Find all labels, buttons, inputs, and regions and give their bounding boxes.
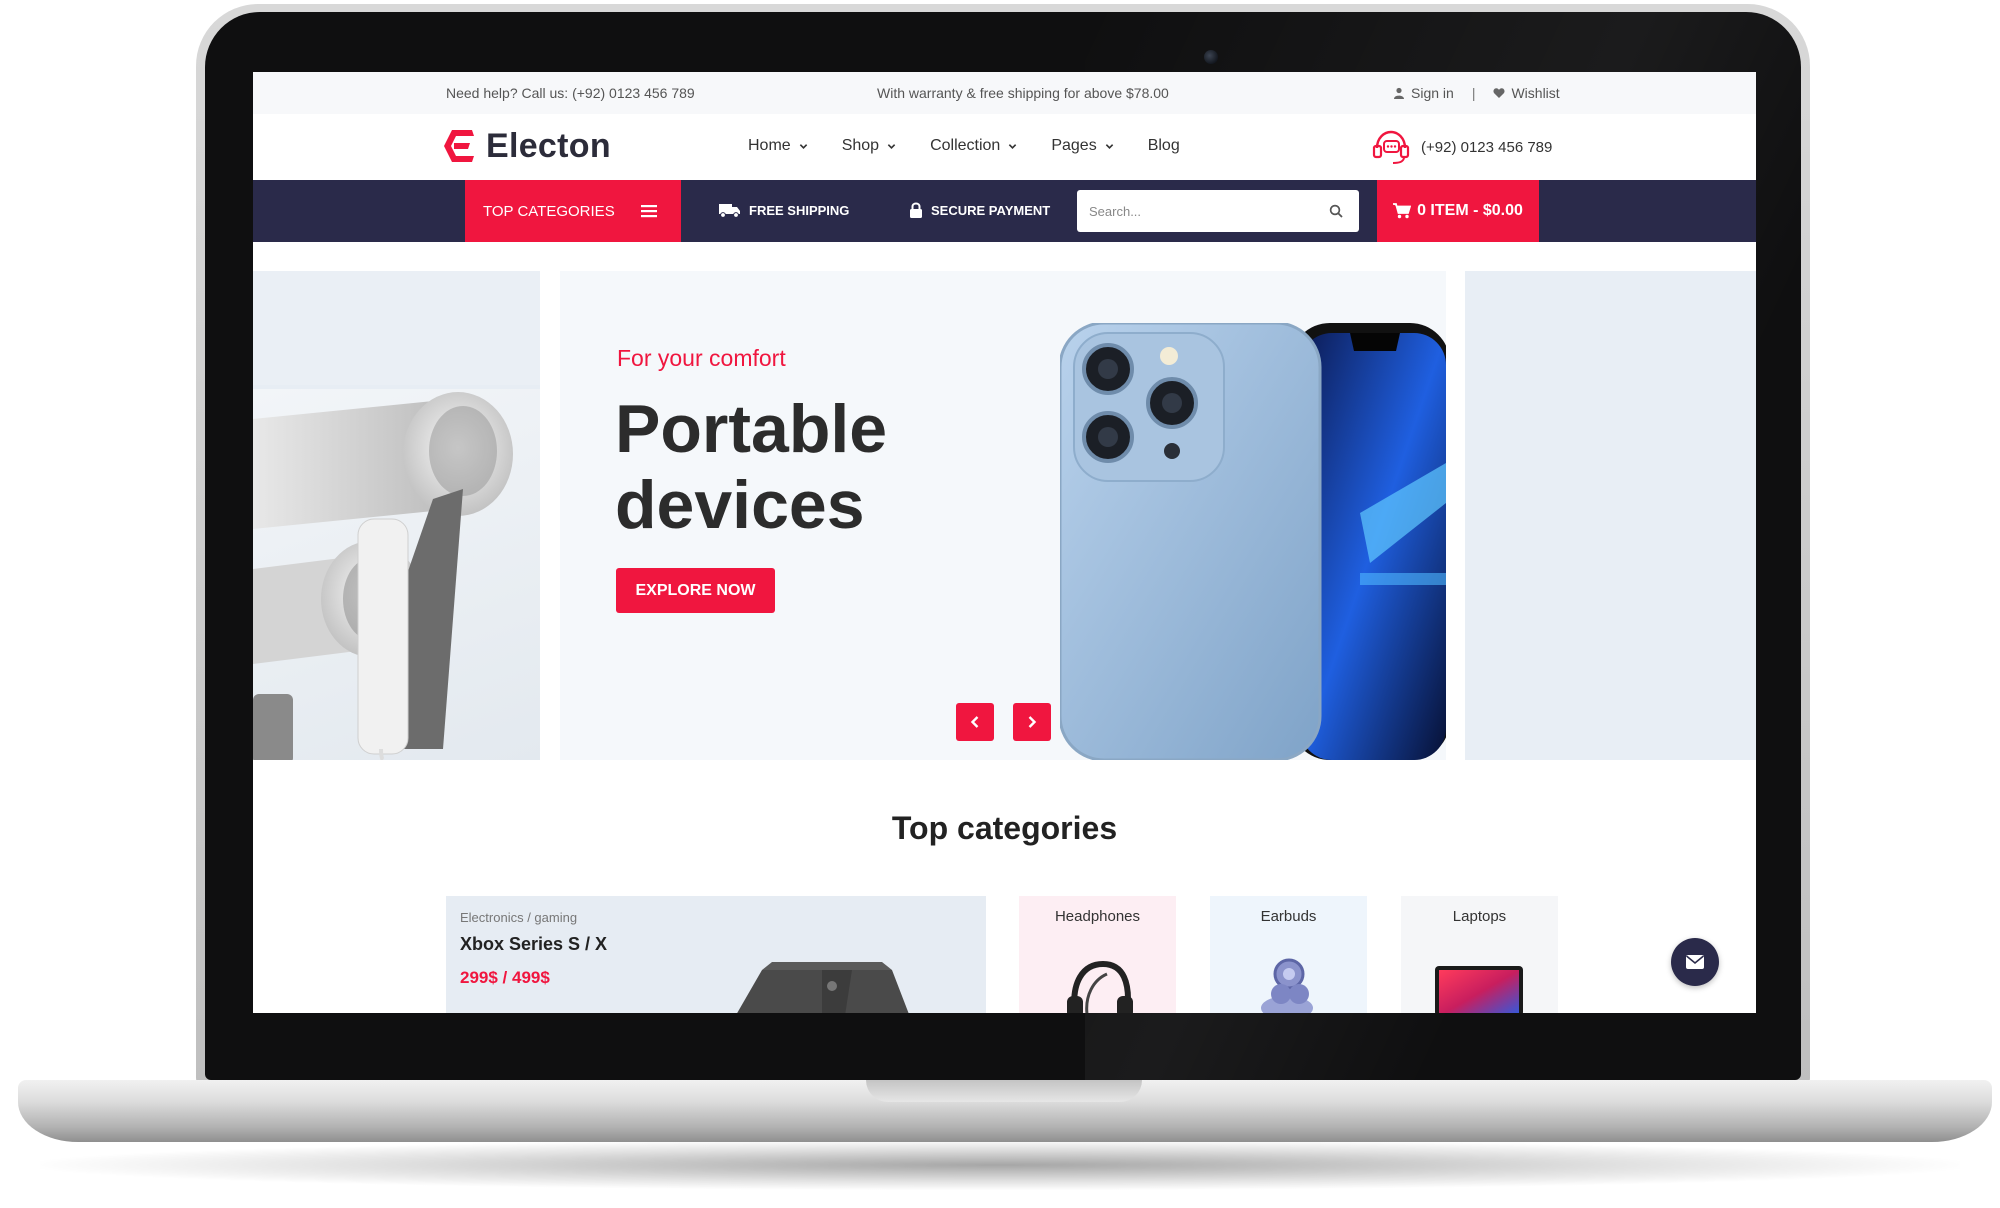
nav-item-label: Collection <box>930 137 1001 154</box>
chevron-down-icon <box>1009 143 1017 149</box>
chevron-down-icon <box>1105 143 1113 149</box>
laptop-base-notch <box>866 1080 1142 1102</box>
website-screen: Need help? Call us: (+92) 0123 456 789 W… <box>253 72 1756 1013</box>
logo-text: Electon <box>486 126 611 165</box>
headset-icon <box>1372 130 1410 164</box>
headphones-image <box>1067 960 1133 1013</box>
chevron-down-icon <box>799 143 807 149</box>
laptop-shadow <box>40 1140 1960 1190</box>
category-label: Headphones <box>1054 908 1141 925</box>
category-card-headphones[interactable]: Headphones <box>1019 896 1176 1013</box>
wishlist-link[interactable]: Wishlist <box>1511 85 1559 101</box>
help-phone-text: Need help? Call us: (+92) 0123 456 789 <box>446 85 695 101</box>
secure-payment-feature: SECURE PAYMENT <box>909 202 1050 219</box>
site-logo[interactable]: Electon <box>442 126 611 166</box>
top-categories-heading: Top categories <box>891 810 1118 846</box>
laptop-image <box>1435 966 1523 1013</box>
free-shipping-label: FREE SHIPPING <box>749 202 850 218</box>
earbuds-image <box>1261 958 1313 1013</box>
mail-icon <box>1686 955 1704 969</box>
search-input[interactable] <box>1089 203 1329 219</box>
nav-item-label: Pages <box>1051 137 1097 154</box>
hero-subtitle: For your comfort <box>617 345 786 371</box>
contact-mail-button[interactable] <box>1671 938 1719 986</box>
top-utility-bar: Need help? Call us: (+92) 0123 456 789 W… <box>253 72 1756 114</box>
chevron-down-icon <box>887 143 896 149</box>
menu-icon <box>640 205 657 218</box>
xbox-console-image <box>737 962 909 1013</box>
signin-link[interactable]: Sign in <box>1411 85 1454 101</box>
cart-summary: 0 ITEM - $0.00 <box>1417 202 1523 219</box>
hair-dryer-image <box>253 389 540 760</box>
category-label: Laptops <box>1452 908 1507 925</box>
search-icon[interactable] <box>1329 204 1343 218</box>
slide-top-strip <box>253 271 540 385</box>
hair-dryer-illustration <box>253 392 513 760</box>
slide-previous-peek[interactable] <box>253 271 540 760</box>
link-separator: | <box>1471 85 1476 101</box>
truck-icon <box>719 204 740 218</box>
category-card-laptops[interactable]: Laptops <box>1401 896 1558 1013</box>
cart-icon <box>1393 203 1412 219</box>
nav-item-pages[interactable]: Pages <box>1051 137 1113 155</box>
chevron-right-icon <box>1028 716 1037 728</box>
featured-product-name: Xbox Series S / X <box>460 934 608 954</box>
slider-prev-button[interactable] <box>956 703 994 741</box>
explore-now-button[interactable]: EXPLORE NOW <box>616 568 775 613</box>
smartphone-image <box>1060 323 1446 760</box>
main-header: Electon Home Shop Collection Pages Blog <box>253 114 1756 180</box>
nav-item-shop[interactable]: Shop <box>842 137 896 155</box>
nav-item-label: Shop <box>841 137 880 154</box>
user-links: Sign in | Wishlist <box>1393 85 1560 101</box>
nav-item-home[interactable]: Home <box>748 137 808 155</box>
support-phone-text: (+92) 0123 456 789 <box>1421 138 1553 156</box>
featured-product-price: 299$ / 499$ <box>460 968 550 987</box>
category-breadcrumb: Electronics / gaming <box>460 910 578 925</box>
webcam-icon <box>1204 50 1218 64</box>
user-icon <box>1394 87 1404 99</box>
featured-category-card[interactable]: Electronics / gaming Xbox Series S / X 2… <box>446 896 986 1013</box>
slider-next-button[interactable] <box>1013 703 1051 741</box>
chevron-left-icon <box>970 716 979 728</box>
category-card-earbuds[interactable]: Earbuds <box>1210 896 1367 1013</box>
free-shipping-feature: FREE SHIPPING <box>719 202 849 218</box>
slide-next-peek[interactable] <box>1465 271 1756 760</box>
heart-icon <box>1493 88 1505 98</box>
logo-e-icon <box>444 130 474 162</box>
nav-item-label: Home <box>748 137 791 154</box>
lock-icon <box>910 202 922 218</box>
top-categories-button[interactable]: TOP CATEGORIES <box>465 180 681 242</box>
nav-item-collection[interactable]: Collection <box>930 137 1017 155</box>
top-categories-label: TOP CATEGORIES <box>483 202 615 220</box>
nav-item-label: Blog <box>1147 137 1180 154</box>
secure-payment-label: SECURE PAYMENT <box>931 203 1051 218</box>
hero-slide: For your comfort Portable devices EXPLOR… <box>560 271 1446 760</box>
nav-item-blog[interactable]: Blog <box>1148 137 1180 155</box>
hero-title: Portable devices <box>615 391 888 543</box>
category-label: Earbuds <box>1260 908 1317 925</box>
cart-button[interactable]: 0 ITEM - $0.00 <box>1377 180 1539 242</box>
promo-text: With warranty & free shipping for above … <box>877 85 1169 101</box>
search-box <box>1077 190 1359 232</box>
main-nav: Home Shop Collection Pages Blog <box>748 137 1180 155</box>
support-phone[interactable]: (+92) 0123 456 789 <box>1371 128 1552 166</box>
category-bar: TOP CATEGORIES FREE SHIPPING SECURE PAYM… <box>253 180 1756 242</box>
